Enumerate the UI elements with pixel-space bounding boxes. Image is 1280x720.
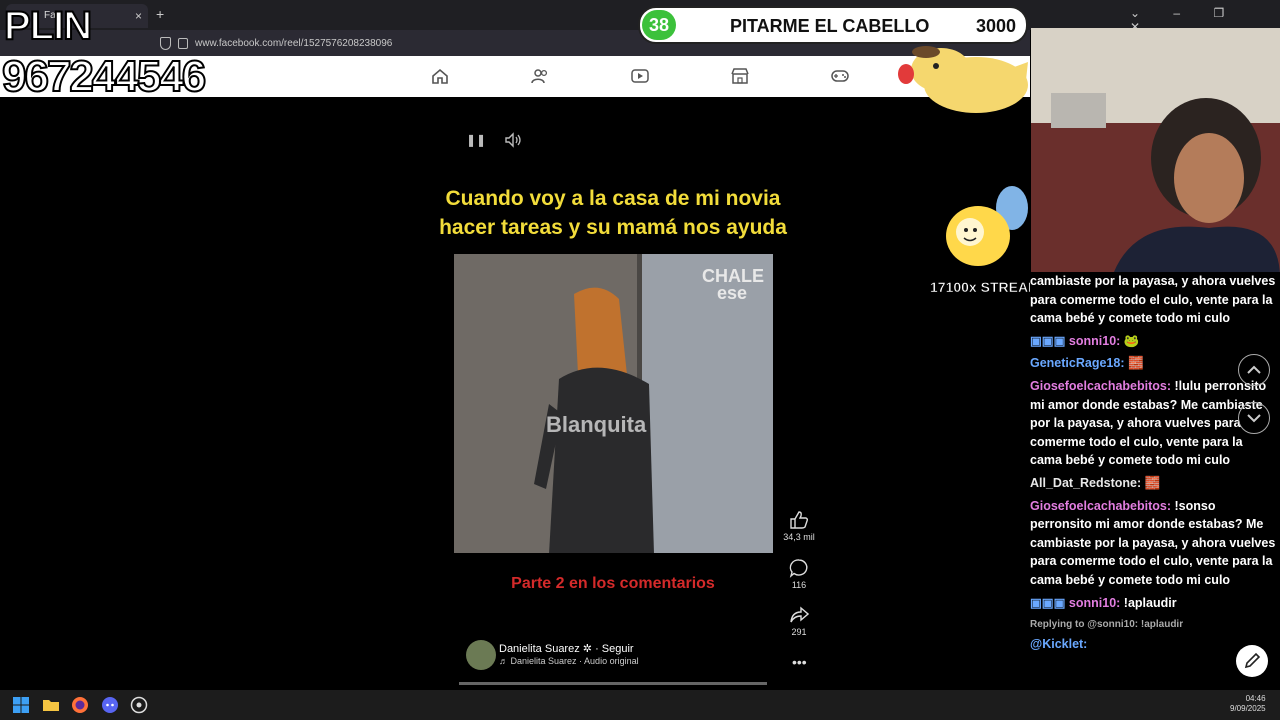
emote-icon: 🧱: [1127, 356, 1144, 371]
plin-label: PLIN: [3, 3, 93, 49]
video-watermark: Blanquita: [546, 412, 647, 437]
pause-button[interactable]: ❚❚: [466, 130, 486, 150]
url-text[interactable]: www.facebook.com/reel/1527576208238096: [195, 38, 392, 49]
new-tab-button[interactable]: +: [156, 6, 164, 22]
comment-button[interactable]: 116: [780, 558, 818, 590]
share-icon: [790, 606, 809, 623]
author-avatar[interactable]: [466, 640, 496, 670]
chat-text: cambiaste por la payasa, y ahora vuelves…: [1030, 274, 1276, 326]
more-options-button[interactable]: •••: [792, 654, 807, 670]
obs-icon[interactable]: [130, 696, 148, 714]
reel-video[interactable]: CHALE ese Blanquita: [454, 254, 773, 553]
volume-icon[interactable]: [503, 130, 523, 150]
chat-message: Giosefoelcachabebitos: !sonso perronsito…: [1030, 497, 1280, 590]
chat-message: ▣▣▣ sonni10: 🐸: [1030, 332, 1280, 351]
goal-count: 38: [642, 10, 676, 40]
file-explorer-icon[interactable]: [42, 696, 60, 714]
scroll-up-button[interactable]: [1238, 354, 1270, 386]
like-button[interactable]: 34,3 mil: [780, 510, 818, 542]
clock-date: 9/09/2025: [1230, 704, 1266, 713]
chat-user[interactable]: Giosefoelcachabebitos:: [1030, 379, 1171, 393]
dog-mascot-icon: [898, 46, 1028, 113]
chat-badges-icon: ▣▣▣: [1030, 595, 1069, 610]
chat-user[interactable]: sonni10:: [1069, 334, 1120, 348]
share-count: 291: [791, 627, 807, 637]
chat-message: cambiaste por la payasa, y ahora vuelves…: [1030, 272, 1280, 328]
taskbar: [0, 690, 1280, 720]
follow-button[interactable]: Seguir: [602, 643, 634, 655]
streamer-figure: [1031, 28, 1280, 280]
phone-number: 967244546: [1, 51, 207, 102]
edit-button[interactable]: [1236, 645, 1268, 677]
reply-label: Replying to @sonni10: !aplaudir: [1030, 619, 1184, 631]
video-logo: CHALE ese: [702, 266, 764, 303]
verified-icon: ✲: [582, 643, 592, 655]
marketplace-icon[interactable]: [731, 68, 749, 84]
clock-time: 04:46: [1245, 694, 1266, 703]
goal-target: 3000: [975, 16, 1016, 36]
chat-panel: cambiaste por la payasa, y ahora vuelves…: [1030, 272, 1280, 692]
chat-user[interactable]: sonni10:: [1069, 596, 1120, 610]
emote-icon: 🧱: [1144, 475, 1161, 490]
friends-icon[interactable]: [531, 68, 549, 84]
tabs-menu-button[interactable]: ⌄: [1130, 6, 1140, 20]
gaming-icon[interactable]: [831, 68, 849, 84]
chat-user[interactable]: GeneticRage18:: [1030, 356, 1124, 370]
like-icon: [790, 511, 809, 529]
audio-line[interactable]: ♬ Danielita Suarez · Audio original: [499, 656, 639, 666]
chevron-down-icon: [1247, 414, 1261, 423]
audio-label: Danielita Suarez · Audio original: [510, 656, 639, 666]
reel-caption-bottom: Parte 2 en los comentarios: [511, 575, 715, 592]
chevron-up-icon: [1247, 365, 1261, 374]
chat-badges-icon: ▣▣▣: [1030, 333, 1069, 348]
share-button[interactable]: 291: [780, 605, 818, 637]
like-count: 34,3 mil: [783, 532, 815, 542]
webcam-feed: [1031, 28, 1280, 280]
reel-caption-top: Cuando voy a la casa de mi novia hacer t…: [439, 187, 787, 239]
windows-start-icon[interactable]: [12, 696, 30, 714]
goal-label: PITARME EL CABELLO: [730, 16, 930, 36]
goal-bar: 38 PITARME EL CABELLO 3000: [638, 6, 1028, 44]
streak-label: 17100x STREAK: [930, 279, 1039, 296]
scroll-down-button[interactable]: [1238, 402, 1270, 434]
shield-icon[interactable]: [160, 37, 171, 50]
chat-user[interactable]: @Kicklet:: [1030, 637, 1087, 651]
minimize-button[interactable]: –: [1173, 6, 1180, 20]
discord-icon[interactable]: [101, 696, 119, 714]
video-icon[interactable]: [631, 68, 649, 84]
music-note-icon: ♬: [499, 656, 508, 666]
edit-icon: [1244, 652, 1261, 669]
author-line: Danielita Suarez ✲ · Seguir: [499, 642, 634, 655]
emote-icon: 🐸: [1123, 333, 1140, 348]
comment-icon: [789, 559, 808, 578]
lock-icon[interactable]: [178, 38, 188, 49]
chat-user[interactable]: Giosefoelcachabebitos:: [1030, 499, 1171, 513]
video-progress-bar[interactable]: [459, 682, 767, 685]
comment-count: 116: [791, 580, 807, 590]
author-name[interactable]: Danielita Suarez: [499, 643, 580, 655]
home-icon[interactable]: [431, 68, 449, 84]
bee-streak-icon: [946, 186, 1028, 266]
chat-message: ▣▣▣ sonni10: !aplaudir: [1030, 594, 1280, 613]
chat-user[interactable]: All_Dat_Redstone:: [1030, 476, 1141, 490]
maximize-button[interactable]: ❐: [1213, 6, 1224, 20]
chat-text: !aplaudir: [1123, 595, 1177, 610]
tab-close-button[interactable]: ×: [135, 4, 142, 28]
dot-separator: ·: [595, 643, 599, 655]
chat-message: All_Dat_Redstone: 🧱: [1030, 474, 1280, 493]
taskbar-clock[interactable]: 04:46 9/09/2025: [1230, 694, 1266, 714]
firefox-icon[interactable]: [71, 696, 89, 714]
